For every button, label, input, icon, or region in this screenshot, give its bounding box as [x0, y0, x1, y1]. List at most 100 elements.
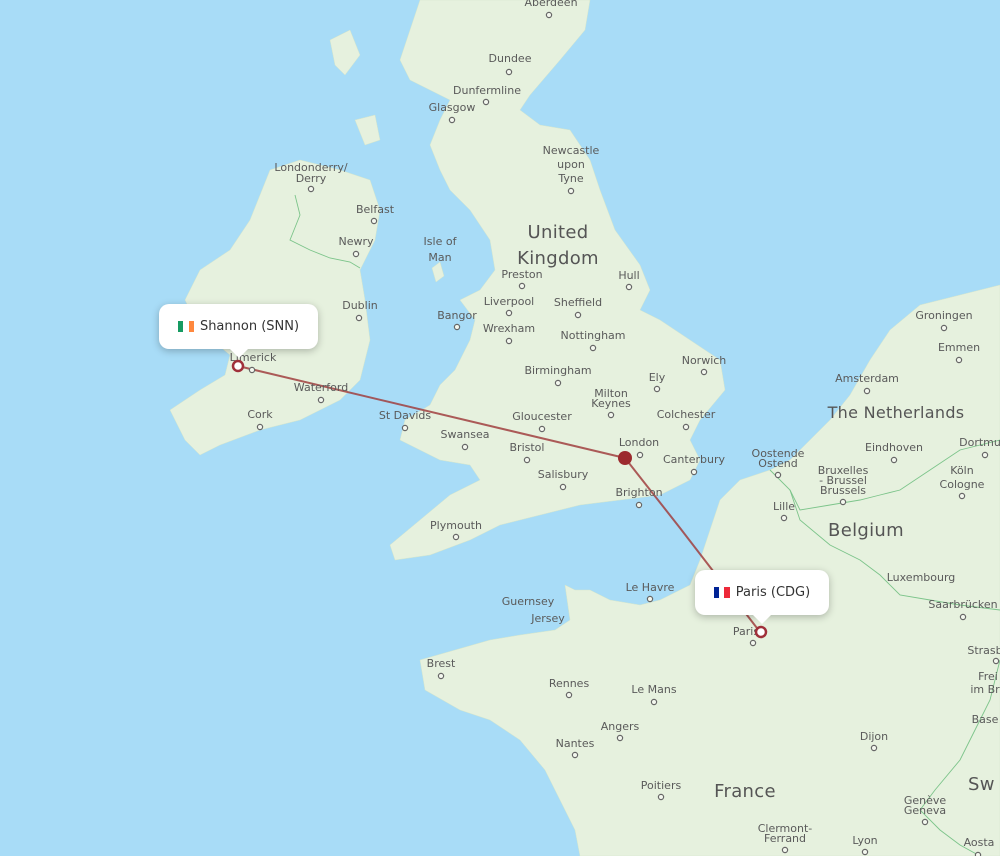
city-label-wrexham: Wrexham [483, 322, 535, 335]
destination-popup[interactable]: Paris (CDG) [695, 570, 829, 624]
city-label-dortmund: Dortmu [959, 436, 1000, 449]
city-dot-glasgow [448, 116, 456, 124]
map-canvas[interactable]: United Kingdom The Netherlands Belgium F… [0, 0, 1000, 856]
city-label-nottingham: Nottingham [560, 329, 625, 342]
city-label-newcastle3: Tyne [557, 172, 583, 185]
city-label-jersey: Jersey [530, 612, 565, 625]
city-dot-sheffield [574, 311, 582, 319]
city-label-lille: Lille [773, 500, 795, 513]
city-label-basel: Base [972, 713, 999, 726]
city-dot-oostende2 [774, 471, 782, 479]
city-dot-nottingham [589, 344, 597, 352]
city-dot-brest [437, 672, 445, 680]
city-label-sheffield: Sheffield [554, 296, 602, 309]
city-dot-dunfermline [482, 98, 490, 106]
city-dot-paris [749, 639, 757, 647]
city-label-brest: Brest [427, 657, 456, 670]
city-dot-le-mans [650, 698, 658, 706]
city-label-isle2: Man [428, 251, 451, 264]
city-dot-swansea [461, 443, 469, 451]
city-label-ely: Ely [649, 371, 666, 384]
origin-popup-label: Shannon (SNN) [199, 319, 300, 334]
city-label-guernsey: Guernsey [502, 595, 555, 608]
city-label-angers: Angers [601, 720, 640, 733]
city-dot-angers [616, 734, 624, 742]
airport-marker-cdg[interactable] [754, 625, 768, 639]
city-dot-bruxelles3 [839, 498, 847, 506]
city-label-milton2: Keynes [591, 397, 631, 410]
city-dot-newcastle3 [567, 187, 575, 195]
city-label-freiburg2: im Br [970, 683, 1000, 696]
city-dot-bangor [453, 323, 461, 331]
city-dot-dortmund [981, 451, 989, 459]
city-label-colchester: Colchester [657, 408, 716, 421]
city-label-newry: Newry [338, 235, 374, 248]
city-dot-norwich [700, 368, 708, 376]
city-label-waterford: Waterford [294, 381, 348, 394]
city-label-norwich: Norwich [682, 354, 727, 367]
city-dot-saarbrucken [959, 613, 967, 621]
city-label-luxembourg: Luxembourg [887, 571, 956, 584]
city-label-newcastle2: upon [557, 158, 585, 171]
city-dot-bristol [523, 456, 531, 464]
destination-popup-label: Paris (CDG) [735, 585, 811, 600]
country-label-switzerland: Sw [968, 774, 995, 795]
city-dot-colchester [682, 423, 690, 431]
city-dot-geneve2 [921, 818, 929, 826]
city-dot-canterbury [690, 468, 698, 476]
city-dot-limerick [248, 366, 256, 374]
city-dot-le-havre [646, 595, 654, 603]
city-label-gloucester: Gloucester [512, 410, 572, 423]
city-dot-dijon [870, 744, 878, 752]
city-label-bangor: Bangor [437, 309, 477, 322]
city-label-le-mans: Le Mans [631, 683, 676, 696]
city-dot-eindhoven [890, 456, 898, 464]
origin-marker-icon[interactable] [231, 359, 245, 373]
city-label-dundee: Dundee [489, 52, 532, 65]
city-dot-newry [352, 250, 360, 258]
city-dot-londonderry2 [307, 185, 315, 193]
city-dot-ely [653, 385, 661, 393]
airport-marker-snn[interactable] [231, 359, 245, 373]
city-label-lyon: Lyon [852, 834, 877, 847]
city-dot-waterford [317, 396, 325, 404]
city-dot-rennes [565, 691, 573, 699]
city-dot-emmen [955, 356, 963, 364]
city-dot-brighton [635, 501, 643, 509]
city-label-strasbourg: Strasb [967, 644, 1000, 657]
stopover-marker-london[interactable] [618, 451, 632, 465]
city-dot-cork [256, 423, 264, 431]
city-label-freiburg1: Frei [978, 670, 998, 683]
city-dot-london [636, 451, 644, 459]
city-label-glasgow: Glasgow [429, 101, 476, 114]
city-label-salisbury: Salisbury [538, 468, 589, 481]
city-dot-strasbourg [992, 657, 1000, 665]
city-label-amsterdam: Amsterdam [835, 372, 899, 385]
stopover-marker-icon[interactable] [618, 451, 632, 465]
city-dot-birmingham [554, 379, 562, 387]
country-label-france: France [714, 781, 776, 802]
destination-marker-icon[interactable] [754, 625, 768, 639]
city-label-koln1: Köln [950, 464, 973, 477]
city-label-aberdeen: Aberdeen [524, 0, 577, 9]
city-dot-st-davids [401, 424, 409, 432]
city-label-groningen: Groningen [915, 309, 972, 322]
country-label-netherlands: The Netherlands [827, 403, 965, 422]
city-dot-clermont2 [781, 846, 789, 854]
city-dot-poitiers [657, 793, 665, 801]
city-label-st-davids: St Davids [379, 409, 432, 422]
city-dot-dublin [355, 314, 363, 322]
city-label-dunfermline: Dunfermline [453, 84, 521, 97]
city-label-brighton: Brighton [615, 486, 662, 499]
city-label-london: London [619, 436, 659, 449]
city-label-hull: Hull [618, 269, 639, 282]
origin-popup[interactable]: Shannon (SNN) [159, 304, 318, 358]
city-label-koln2: Cologne [940, 478, 985, 491]
city-dot-dundee [505, 68, 513, 76]
city-dot-milton2 [607, 411, 615, 419]
france-flag-icon [713, 587, 730, 598]
city-label-plymouth: Plymouth [430, 519, 482, 532]
city-dot-salisbury [559, 483, 567, 491]
city-label-bristol: Bristol [510, 441, 545, 454]
city-label-dijon: Dijon [860, 730, 888, 743]
